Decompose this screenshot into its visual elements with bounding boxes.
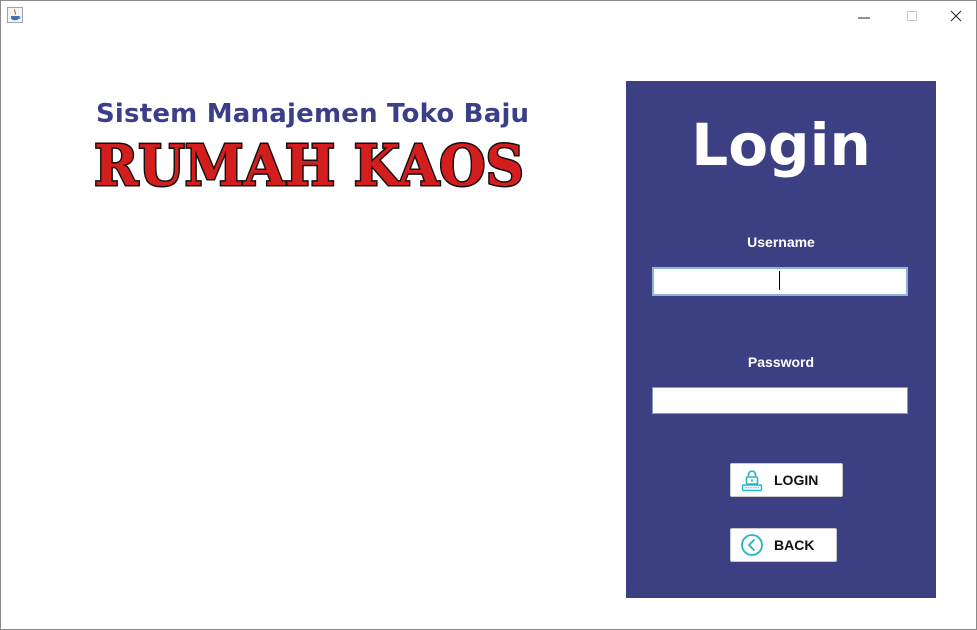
username-label: Username [747,234,815,250]
close-button[interactable] [933,1,976,31]
rumah-kaos-logo: RUMAH KAOS [93,133,526,195]
password-input[interactable] [652,387,908,414]
back-button-label: BACK [774,537,815,553]
login-title: Login [691,111,871,179]
lock-keyboard-icon [741,470,763,492]
logo-text: RUMAH KAOS [94,133,524,195]
login-panel: Login Username Password LOGIN BACK [626,81,936,598]
login-button-label: LOGIN [774,472,819,488]
app-subtitle: Sistem Manajemen Toko Baju [96,99,530,129]
maximize-button[interactable] [889,1,935,31]
title-bar [1,1,976,31]
maximize-icon [907,11,917,21]
minimize-icon [858,17,870,19]
java-app-icon [7,7,23,23]
minimize-button[interactable] [841,1,887,31]
back-button[interactable]: BACK [730,528,837,562]
chevron-left-circle-icon [741,534,763,556]
username-input[interactable] [652,267,908,296]
login-button[interactable]: LOGIN [730,463,843,497]
login-window: Sistem Manajemen Toko Baju RUMAH KAOS Lo… [0,0,977,630]
close-icon [950,10,962,22]
text-caret [779,271,780,290]
password-label: Password [747,354,815,370]
